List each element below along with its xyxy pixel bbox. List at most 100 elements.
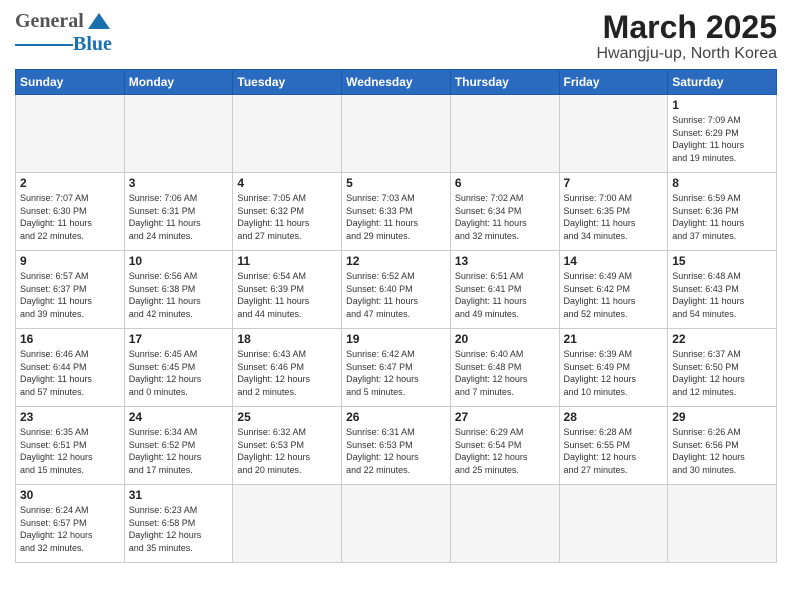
- calendar-week-row: 16 Sunrise: 6:46 AM Sunset: 6:44 PM Dayli…: [16, 329, 777, 407]
- day-number: 22: [672, 332, 772, 346]
- day-number: 27: [455, 410, 555, 424]
- table-row: 8 Sunrise: 6:59 AM Sunset: 6:36 PM Daylig…: [668, 173, 777, 251]
- day-number: 21: [564, 332, 664, 346]
- day-info: Sunrise: 7:07 AM Sunset: 6:30 PM Dayligh…: [20, 192, 120, 242]
- day-number: 23: [20, 410, 120, 424]
- header-friday: Friday: [559, 70, 668, 95]
- table-row: [342, 95, 451, 173]
- day-number: 29: [672, 410, 772, 424]
- logo-area: General Blue: [15, 10, 112, 56]
- calendar-title: March 2025: [596, 10, 777, 45]
- table-row: 31Sunrise: 6:23 AM Sunset: 6:58 PM Dayli…: [124, 485, 233, 563]
- table-row: 4Sunrise: 7:05 AM Sunset: 6:32 PM Daylig…: [233, 173, 342, 251]
- logo-bottom: Blue: [15, 33, 112, 56]
- day-number: 4: [237, 176, 337, 190]
- day-number: 3: [129, 176, 229, 190]
- day-number: 28: [564, 410, 664, 424]
- day-info: Sunrise: 6:26 AM Sunset: 6:56 PM Dayligh…: [672, 426, 772, 476]
- weekday-header-row: Sunday Monday Tuesday Wednesday Thursday…: [16, 70, 777, 95]
- day-number: 8: [672, 176, 772, 190]
- day-info: Sunrise: 6:42 AM Sunset: 6:47 PM Dayligh…: [346, 348, 446, 398]
- table-row: 18 Sunrise: 6:43 AM Sunset: 6:46 PM Dayli…: [233, 329, 342, 407]
- page: General Blue March 2025 Hwangju-up, Nort…: [0, 0, 792, 612]
- header-saturday: Saturday: [668, 70, 777, 95]
- day-number: 26: [346, 410, 446, 424]
- day-info: Sunrise: 6:54 AM Sunset: 6:39 PM Dayligh…: [237, 270, 337, 320]
- day-info: Sunrise: 6:51 AM Sunset: 6:41 PM Dayligh…: [455, 270, 555, 320]
- day-info: Sunrise: 6:34 AM Sunset: 6:52 PM Dayligh…: [129, 426, 229, 476]
- table-row: 24Sunrise: 6:34 AM Sunset: 6:52 PM Dayli…: [124, 407, 233, 485]
- day-info: Sunrise: 6:40 AM Sunset: 6:48 PM Dayligh…: [455, 348, 555, 398]
- table-row: 3Sunrise: 7:06 AM Sunset: 6:31 PM Daylig…: [124, 173, 233, 251]
- day-info: Sunrise: 6:56 AM Sunset: 6:38 PM Dayligh…: [129, 270, 229, 320]
- day-info: Sunrise: 6:46 AM Sunset: 6:44 PM Dayligh…: [20, 348, 120, 398]
- table-row: 27 Sunrise: 6:29 AM Sunset: 6:54 PM Dayli…: [450, 407, 559, 485]
- calendar-week-row: 2 Sunrise: 7:07 AM Sunset: 6:30 PM Daylig…: [16, 173, 777, 251]
- table-row: 11 Sunrise: 6:54 AM Sunset: 6:39 PM Dayli…: [233, 251, 342, 329]
- table-row: 26Sunrise: 6:31 AM Sunset: 6:53 PM Dayli…: [342, 407, 451, 485]
- day-number: 13: [455, 254, 555, 268]
- calendar-subtitle: Hwangju-up, North Korea: [596, 45, 777, 63]
- day-number: 10: [129, 254, 229, 268]
- table-row: 30Sunrise: 6:24 AM Sunset: 6:57 PM Dayli…: [16, 485, 125, 563]
- calendar-week-row: 9 Sunrise: 6:57 AM Sunset: 6:37 PM Daylig…: [16, 251, 777, 329]
- day-number: 18: [237, 332, 337, 346]
- header-tuesday: Tuesday: [233, 70, 342, 95]
- day-info: Sunrise: 6:24 AM Sunset: 6:57 PM Dayligh…: [20, 504, 120, 554]
- day-info: Sunrise: 6:29 AM Sunset: 6:54 PM Dayligh…: [455, 426, 555, 476]
- table-row: 29 Sunrise: 6:26 AM Sunset: 6:56 PM Dayli…: [668, 407, 777, 485]
- table-row: 12 Sunrise: 6:52 AM Sunset: 6:40 PM Dayli…: [342, 251, 451, 329]
- table-row: [342, 485, 451, 563]
- table-row: 10 Sunrise: 6:56 AM Sunset: 6:38 PM Dayli…: [124, 251, 233, 329]
- day-info: Sunrise: 6:52 AM Sunset: 6:40 PM Dayligh…: [346, 270, 446, 320]
- table-row: 13 Sunrise: 6:51 AM Sunset: 6:41 PM Dayli…: [450, 251, 559, 329]
- day-number: 9: [20, 254, 120, 268]
- table-row: [450, 95, 559, 173]
- table-row: [668, 485, 777, 563]
- table-row: [559, 95, 668, 173]
- day-info: Sunrise: 6:45 AM Sunset: 6:45 PM Dayligh…: [129, 348, 229, 398]
- table-row: 14Sunrise: 6:49 AM Sunset: 6:42 PM Dayli…: [559, 251, 668, 329]
- day-info: Sunrise: 7:09 AM Sunset: 6:29 PM Dayligh…: [672, 114, 772, 164]
- calendar-week-row: 30Sunrise: 6:24 AM Sunset: 6:57 PM Dayli…: [16, 485, 777, 563]
- day-number: 7: [564, 176, 664, 190]
- day-info: Sunrise: 6:59 AM Sunset: 6:36 PM Dayligh…: [672, 192, 772, 242]
- table-row: 19 Sunrise: 6:42 AM Sunset: 6:47 PM Dayli…: [342, 329, 451, 407]
- table-row: [233, 95, 342, 173]
- logo-wrapper: General: [15, 10, 110, 33]
- table-row: 9 Sunrise: 6:57 AM Sunset: 6:37 PM Daylig…: [16, 251, 125, 329]
- day-info: Sunrise: 6:32 AM Sunset: 6:53 PM Dayligh…: [237, 426, 337, 476]
- table-row: 16 Sunrise: 6:46 AM Sunset: 6:44 PM Dayli…: [16, 329, 125, 407]
- day-number: 17: [129, 332, 229, 346]
- day-number: 1: [672, 98, 772, 112]
- table-row: [450, 485, 559, 563]
- table-row: [559, 485, 668, 563]
- day-info: Sunrise: 7:00 AM Sunset: 6:35 PM Dayligh…: [564, 192, 664, 242]
- day-info: Sunrise: 6:28 AM Sunset: 6:55 PM Dayligh…: [564, 426, 664, 476]
- day-number: 19: [346, 332, 446, 346]
- day-number: 16: [20, 332, 120, 346]
- logo-underline: [15, 44, 73, 46]
- day-number: 12: [346, 254, 446, 268]
- day-number: 2: [20, 176, 120, 190]
- day-number: 11: [237, 254, 337, 268]
- calendar-week-row: 1 Sunrise: 7:09 AM Sunset: 6:29 PM Daylig…: [16, 95, 777, 173]
- table-row: 15 Sunrise: 6:48 AM Sunset: 6:43 PM Dayli…: [668, 251, 777, 329]
- day-info: Sunrise: 6:37 AM Sunset: 6:50 PM Dayligh…: [672, 348, 772, 398]
- table-row: 23 Sunrise: 6:35 AM Sunset: 6:51 PM Dayli…: [16, 407, 125, 485]
- table-row: 28 Sunrise: 6:28 AM Sunset: 6:55 PM Dayli…: [559, 407, 668, 485]
- day-info: Sunrise: 6:39 AM Sunset: 6:49 PM Dayligh…: [564, 348, 664, 398]
- day-number: 15: [672, 254, 772, 268]
- logo-blue-text: Blue: [73, 33, 112, 56]
- day-info: Sunrise: 6:23 AM Sunset: 6:58 PM Dayligh…: [129, 504, 229, 554]
- calendar-table: Sunday Monday Tuesday Wednesday Thursday…: [15, 69, 777, 563]
- table-row: 21 Sunrise: 6:39 AM Sunset: 6:49 PM Dayli…: [559, 329, 668, 407]
- day-info: Sunrise: 6:35 AM Sunset: 6:51 PM Dayligh…: [20, 426, 120, 476]
- day-info: Sunrise: 6:57 AM Sunset: 6:37 PM Dayligh…: [20, 270, 120, 320]
- table-row: 7 Sunrise: 7:00 AM Sunset: 6:35 PM Daylig…: [559, 173, 668, 251]
- table-row: 20Sunrise: 6:40 AM Sunset: 6:48 PM Dayli…: [450, 329, 559, 407]
- day-info: Sunrise: 6:43 AM Sunset: 6:46 PM Dayligh…: [237, 348, 337, 398]
- day-info: Sunrise: 6:48 AM Sunset: 6:43 PM Dayligh…: [672, 270, 772, 320]
- calendar-body: 1 Sunrise: 7:09 AM Sunset: 6:29 PM Daylig…: [16, 95, 777, 563]
- table-row: [233, 485, 342, 563]
